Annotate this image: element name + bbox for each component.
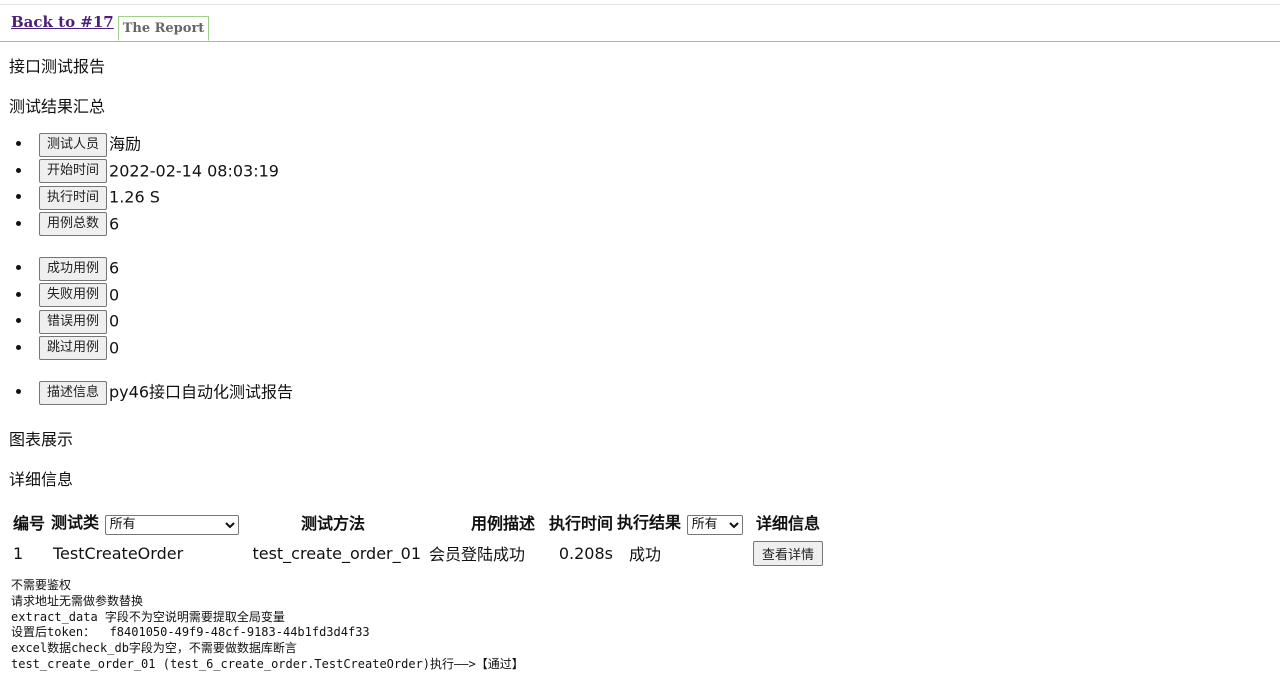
summary-item: 用例总数6 [33,211,279,238]
header-result: 执行结果 所有 [615,507,751,537]
test-log: 不需要鉴权 请求地址无需做参数替换 extract_data 字段不为空说明需要… [11,578,524,673]
label-button[interactable]: 描述信息 [39,380,108,405]
summary-value: 2022-02-14 08:03:19 [109,161,279,181]
cell-no: 1 [13,543,24,563]
summary-value: 0 [109,338,120,358]
cell-desc: 会员登陆成功 [429,545,526,564]
summary-item: 成功用例6 [33,255,119,282]
label-button[interactable]: 成功用例 [39,256,108,281]
header-no: 编号 [12,513,45,533]
cell-result: 成功 [629,545,662,564]
header-detail: 详细信息 [756,513,821,533]
label-button[interactable]: 测试人员 [39,132,108,157]
summary-value: 6 [109,214,120,234]
log-line: 设置后token： f8401050-49f9-48cf-9183-44b1fd… [11,625,370,640]
back-link[interactable]: Back to #17 [11,13,114,31]
summary-item: 描述信息py46接口自动化测试报告 [33,379,293,406]
tab-bar: Back to #17 The Report [0,5,1280,42]
detail-heading: 详细信息 [9,470,74,489]
cell-method: test_create_order_01 [252,543,421,563]
view-details-button[interactable]: 查看详情 [753,540,824,566]
label-button[interactable]: 跳过用例 [39,336,108,361]
header-time: 执行时间 [548,513,613,533]
table-row: 1 TestCreateOrder test_create_order_01 会… [9,537,825,570]
result-filter-select[interactable]: 所有 [686,514,743,535]
summary-value: 6 [109,258,120,278]
label-button[interactable]: 失败用例 [39,283,108,308]
cell-detail: 查看详情 [751,537,825,570]
log-line: 不需要鉴权 [11,578,72,592]
label-button[interactable]: 开始时间 [39,159,108,184]
detail-table: 编号 测试类 所有 测试方法 用例描述 执行时间 执行结果 所有 详细信息 1 … [9,507,825,570]
table-header-row: 编号 测试类 所有 测试方法 用例描述 执行时间 执行结果 所有 详细信息 [9,507,825,537]
summary-list-description: 描述信息py46接口自动化测试报告 [33,379,293,406]
label-button[interactable]: 错误用例 [39,309,108,334]
header-desc: 用例描述 [470,513,535,533]
summary-value: py46接口自动化测试报告 [109,382,294,402]
summary-value: 海励 [109,134,142,154]
tab-the-report[interactable]: The Report [118,16,209,41]
header-method: 测试方法 [300,513,365,533]
log-line: extract_data 字段不为空说明需要提取全局变量 [11,609,285,624]
class-filter-select[interactable]: 所有 [104,514,239,535]
label-button[interactable]: 用例总数 [39,212,108,237]
summary-item: 跳过用例0 [33,335,119,362]
cell-time: 0.208s [558,543,613,563]
summary-item: 测试人员海励 [33,131,279,158]
report-title: 接口测试报告 [9,57,106,76]
log-line: excel数据check_db字段为空，不需要做数据库断言 [11,641,297,656]
summary-list-basic: 测试人员海励 开始时间2022-02-14 08:03:19 执行时间1.26 … [33,131,279,237]
header-result-label: 执行结果 [617,513,682,532]
summary-item: 开始时间2022-02-14 08:03:19 [33,158,279,185]
header-class-label: 测试类 [51,513,100,532]
summary-item: 执行时间1.26 S [33,184,279,211]
label-button[interactable]: 执行时间 [39,185,108,210]
header-class: 测试类 所有 [49,507,243,537]
summary-list-results: 成功用例6 失败用例0 错误用例0 跳过用例0 [33,255,119,361]
summary-value: 1.26 S [109,187,160,207]
summary-value: 0 [109,311,120,331]
summary-value: 0 [109,285,120,305]
chart-heading: 图表展示 [9,430,74,449]
summary-item: 失败用例0 [33,282,119,309]
log-line: 请求地址无需做参数替换 [11,593,144,608]
summary-item: 错误用例0 [33,308,119,335]
summary-heading: 测试结果汇总 [9,97,106,116]
cell-class: TestCreateOrder [53,543,184,563]
